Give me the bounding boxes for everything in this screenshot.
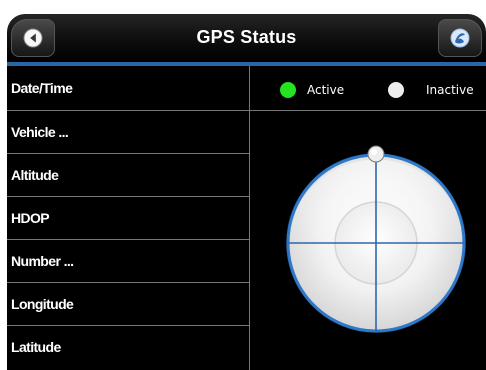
status-label: Vehicle ... — [11, 124, 69, 140]
satellite-sky-view — [250, 111, 486, 370]
status-row-longitude: Longitude — [7, 283, 249, 326]
status-label: HDOP — [11, 210, 50, 226]
logo-button[interactable] — [438, 19, 482, 57]
sky-plot — [286, 145, 466, 333]
status-label: Altitude — [11, 167, 59, 183]
status-list: Date/Time Vehicle ... Altitude HDOP Numb… — [7, 66, 249, 370]
status-row-vehicle: Vehicle ... — [7, 111, 249, 154]
status-label: Number ... — [11, 253, 74, 269]
gps-content: Date/Time Vehicle ... Altitude HDOP Numb… — [7, 66, 486, 370]
inactive-label: Inactive — [426, 83, 474, 97]
active-indicator — [280, 82, 296, 98]
status-row-hdop: HDOP — [7, 197, 249, 240]
gps-status-screen: GPS Status Date/Time Vehicle ... Altitud… — [0, 0, 486, 370]
status-row-latitude: Latitude — [7, 326, 249, 369]
status-label: Latitude — [11, 339, 61, 355]
satellite-legend: Active Inactive — [250, 66, 486, 111]
page-title: GPS Status — [196, 27, 297, 47]
status-label: Longitude — [11, 296, 74, 312]
nav-logo-icon — [450, 28, 470, 48]
status-label: Date/Time — [11, 80, 73, 96]
title-bar: GPS Status — [7, 14, 486, 66]
status-row-date-time: Date/Time — [7, 66, 249, 111]
status-row-number: Number ... — [7, 240, 249, 283]
inactive-indicator — [388, 82, 404, 98]
status-row-altitude: Altitude — [7, 154, 249, 197]
north-knob-highlight — [371, 149, 377, 155]
active-label: Active — [307, 83, 345, 97]
